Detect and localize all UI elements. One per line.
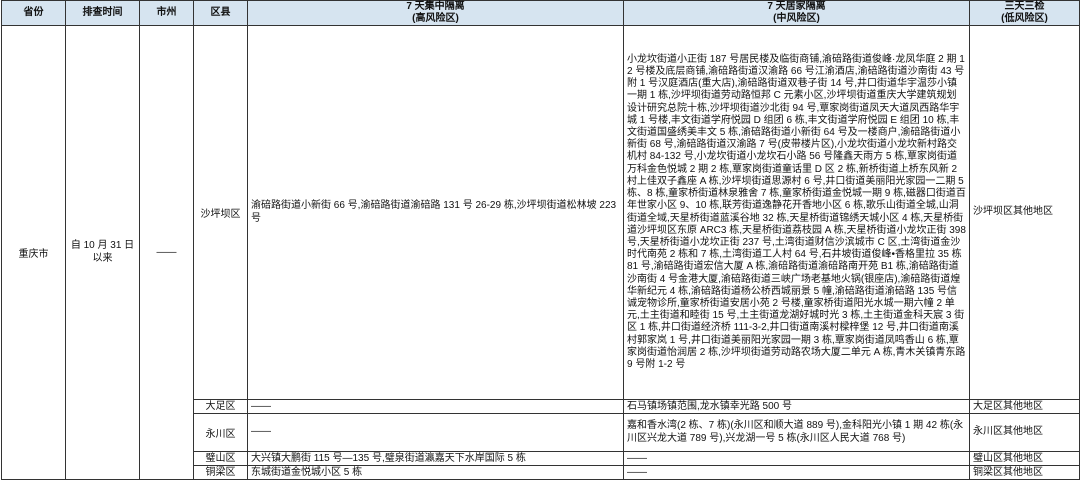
header-mid-risk-title: 7 天居家隔离: [767, 1, 826, 12]
header-row: 省份 排查时间 市州 区县 7 天集中隔离 (高风险区) 7 天居家隔离 (中风…: [1, 0, 1080, 26]
mid-risk-cell: ——: [623, 451, 970, 466]
high-risk-cell: 东城街道金悦城小区 5 栋: [247, 465, 624, 480]
header-high-risk-title: 7 天集中隔离: [406, 1, 465, 12]
province-cell: 重庆市: [1, 25, 66, 480]
header-province: 省份: [1, 0, 66, 26]
mid-risk-cell: 石马镇场镇范围,龙水镇幸光路 500 号: [623, 399, 970, 414]
high-risk-cell: ——: [247, 413, 624, 452]
district-cell: 铜梁区: [193, 465, 248, 480]
header-high-risk-subtitle: (高风险区): [412, 13, 459, 24]
header-low-risk-title: 三天三检: [1004, 1, 1045, 12]
high-risk-cell: 渝碚路街道小新街 66 号,渝碚路街道渝碚路 131 号 26-29 栋,沙坪坝…: [247, 25, 624, 400]
time-cell: 自 10 月 31 日以来: [65, 25, 140, 480]
header-high-risk: 7 天集中隔离 (高风险区): [247, 0, 624, 26]
low-risk-cell: 永川区其他地区: [969, 413, 1080, 452]
city-cell: ——: [139, 25, 194, 480]
header-low-risk: 三天三检 (低风险区): [969, 0, 1080, 26]
district-cell: 大足区: [193, 399, 248, 414]
low-risk-cell: 大足区其他地区: [969, 399, 1080, 414]
district-cell: 沙坪坝区: [193, 25, 248, 400]
mid-risk-cell: 嘉和香水湾(2 栋、7 栋)(永川区和顺大道 889 号),金科阳光小镇 1 期…: [623, 413, 970, 452]
risk-area-table: 省份 排查时间 市州 区县 7 天集中隔离 (高风险区) 7 天居家隔离 (中风…: [1, 0, 1080, 480]
low-risk-cell: 铜梁区其他地区: [969, 465, 1080, 480]
low-risk-cell: 沙坪坝区其他地区: [969, 25, 1080, 400]
table-row: 重庆市 自 10 月 31 日以来 —— 沙坪坝区 渝碚路街道小新街 66 号,…: [1, 25, 1080, 480]
district-cell: 永川区: [193, 413, 248, 452]
mid-risk-cell: 小龙坎街道小正街 187 号居民楼及临街商铺,渝碚路街道俊峰·龙凤华庭 2 期 …: [623, 25, 970, 400]
high-risk-cell: ——: [247, 399, 624, 414]
header-mid-risk: 7 天居家隔离 (中风险区): [623, 0, 970, 26]
header-low-risk-subtitle: (低风险区): [1001, 13, 1048, 24]
header-city: 市州: [139, 0, 194, 26]
header-time: 排查时间: [65, 0, 140, 26]
low-risk-cell: 璧山区其他地区: [969, 451, 1080, 466]
header-mid-risk-subtitle: (中风险区): [773, 13, 820, 24]
mid-risk-cell: ——: [623, 465, 970, 480]
high-risk-cell: 大兴镇大鹏街 115 号—135 号,璧泉街道瀛嘉天下水岸国际 5 栋: [247, 451, 624, 466]
header-district: 区县: [193, 0, 248, 26]
district-cell: 璧山区: [193, 451, 248, 466]
